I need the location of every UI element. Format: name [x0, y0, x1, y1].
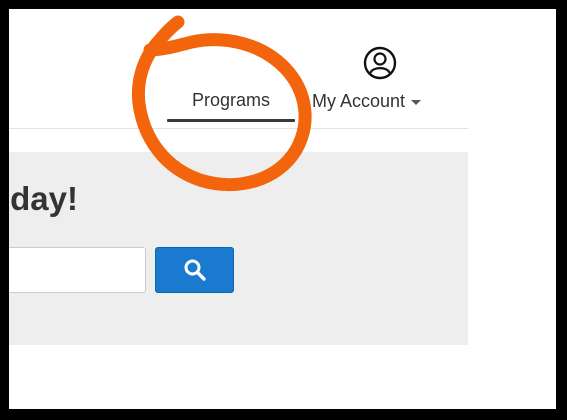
screenshot-frame: Programs My Account today!: [0, 0, 567, 420]
nav-programs-label: Programs: [191, 90, 271, 110]
hero-section: today!: [9, 152, 468, 345]
hero-title: today!: [9, 180, 78, 217]
search-input[interactable]: [9, 247, 146, 293]
nav-account-label: My Account: [312, 91, 406, 111]
active-tab-underline: [167, 119, 295, 122]
search-button[interactable]: [155, 247, 234, 293]
header-divider: [9, 128, 468, 129]
nav-my-account[interactable]: My Account: [312, 46, 448, 122]
my-account-dropdown-toggle[interactable]: My Account: [312, 90, 448, 112]
search-icon: [184, 259, 206, 281]
user-circle-icon: [363, 46, 397, 80]
nav-programs[interactable]: Programs: [167, 84, 295, 122]
caret-down-icon: [411, 100, 422, 105]
